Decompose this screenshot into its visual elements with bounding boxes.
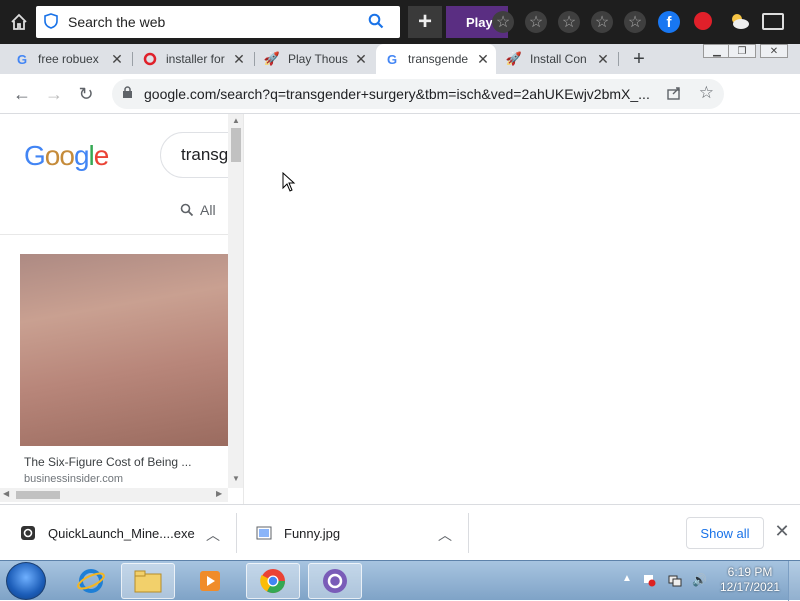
top-toolbar: Search the web + Play ☆ ☆ ☆ ☆ ☆ f <box>0 0 800 44</box>
network-icon[interactable] <box>668 573 682 587</box>
media-player-icon[interactable] <box>183 563 237 599</box>
download-bar: QuickLaunch_Mine....exe ︿ Funny.jpg ︿ Sh… <box>0 504 800 560</box>
chevron-up-icon[interactable]: ︿ <box>206 525 220 545</box>
chevron-up-icon[interactable]: ︿ <box>438 525 452 545</box>
ladybug-icon[interactable] <box>694 12 712 30</box>
scroll-down-icon[interactable]: ▼ <box>232 474 240 483</box>
forward-icon[interactable]: → <box>42 82 66 106</box>
facebook-icon[interactable]: f <box>658 11 680 33</box>
image-file-icon <box>256 525 272 541</box>
tab-label: Install Con <box>530 52 587 66</box>
show-desktop-button[interactable] <box>788 561 800 601</box>
scrollbar-thumb[interactable] <box>16 491 60 499</box>
google-icon: G <box>386 51 398 67</box>
close-window-button[interactable]: ✕ <box>760 44 788 58</box>
rocket-icon: 🚀 <box>505 51 523 66</box>
tab-all-label: All <box>200 202 216 218</box>
tab-label: Play Thous <box>288 52 348 66</box>
ie-icon[interactable] <box>64 563 118 599</box>
scrollbar-thumb[interactable] <box>231 128 241 162</box>
star-icon[interactable]: ☆ <box>525 11 547 33</box>
vertical-scrollbar[interactable]: ▲ ▼ <box>228 114 243 488</box>
star-icon[interactable]: ☆ <box>624 11 646 33</box>
file-explorer-icon[interactable] <box>121 563 175 599</box>
tab-divider <box>132 52 133 66</box>
tab-free-robux[interactable]: G free robuex ✕ <box>6 44 130 74</box>
google-icon: G <box>16 51 28 67</box>
address-bar-row: ← → ↻ google.com/search?q=transgender+su… <box>0 74 800 186</box>
clock-time: 6:19 PM <box>727 565 773 579</box>
close-icon[interactable]: ✕ <box>230 51 248 68</box>
close-icon[interactable]: ✕ <box>594 51 612 68</box>
result-title[interactable]: The Six-Figure Cost of Being ... <box>24 455 224 469</box>
tab-label: installer for <box>166 52 225 66</box>
app-icon <box>20 525 36 541</box>
tab-label: free robuex <box>38 52 99 66</box>
shield-icon <box>44 12 64 32</box>
tab-transgender-search[interactable]: G transgende ✕ <box>376 44 496 74</box>
horizontal-scrollbar[interactable]: ◀ ▶ <box>0 488 228 502</box>
chrome-icon[interactable] <box>246 563 300 599</box>
back-icon[interactable]: ← <box>10 82 34 106</box>
tab-play-thousands[interactable]: 🚀 Play Thous ✕ <box>256 44 374 74</box>
divider <box>0 234 243 235</box>
search-results-pane: Google transgender surgery All The Six-F… <box>0 114 244 504</box>
opera-icon <box>142 51 158 67</box>
reload-icon[interactable]: ↻ <box>74 82 98 106</box>
tab-divider <box>254 52 255 66</box>
add-button[interactable]: + <box>408 6 442 38</box>
download-filename: Funny.jpg <box>284 525 341 541</box>
star-icon[interactable]: ☆ <box>591 11 613 33</box>
result-source[interactable]: businessinsider.com <box>24 473 123 485</box>
close-icon[interactable]: ✕ <box>352 51 370 68</box>
restore-button[interactable]: ❐ <box>728 44 756 58</box>
close-icon[interactable]: ✕ <box>772 521 792 545</box>
new-tab-button[interactable]: + <box>626 44 652 74</box>
flag-icon[interactable] <box>642 573 656 587</box>
tab-install[interactable]: 🚀 Install Con ✕ <box>498 44 616 74</box>
web-search-box[interactable]: Search the web <box>36 6 400 38</box>
url-text[interactable]: google.com/search?q=transgender+surgery&… <box>144 86 652 102</box>
clock-date: 12/17/2021 <box>719 580 781 594</box>
google-logo[interactable]: Google <box>24 140 109 172</box>
clock[interactable]: 6:19 PM 12/17/2021 <box>716 565 784 595</box>
star-icon[interactable]: ☆ <box>558 11 580 33</box>
tab-installer[interactable]: installer for ✕ <box>134 44 252 74</box>
search-icon[interactable] <box>368 13 392 32</box>
weather-icon[interactable] <box>728 12 750 30</box>
web-search-input[interactable]: Search the web <box>68 14 368 30</box>
show-all-button[interactable]: Show all <box>686 517 764 549</box>
tab-all[interactable]: All <box>180 202 216 218</box>
tab-strip: G free robuex ✕ installer for ✕ 🚀 Play T… <box>0 44 800 74</box>
taskbar: ▲ 🔊 6:19 PM 12/17/2021 <box>0 560 800 601</box>
home-icon[interactable] <box>4 6 34 38</box>
volume-icon[interactable]: 🔊 <box>692 573 707 587</box>
divider <box>468 513 469 553</box>
rocket-icon: 🚀 <box>263 51 281 66</box>
search-icon <box>180 203 194 217</box>
close-icon[interactable]: ✕ <box>108 51 126 68</box>
close-icon[interactable]: ✕ <box>474 51 492 68</box>
result-image[interactable] <box>20 254 228 446</box>
folder-icon[interactable] <box>762 13 784 30</box>
star-icon[interactable]: ☆ <box>492 11 514 33</box>
lock-icon <box>122 86 136 102</box>
start-button[interactable] <box>6 562 46 600</box>
chevron-up-icon[interactable]: ▲ <box>622 573 636 587</box>
scroll-left-icon[interactable]: ◀ <box>3 489 9 498</box>
bookmark-star-icon[interactable]: ☆ <box>699 83 714 103</box>
minimize-button[interactable]: ▁ <box>703 44 731 58</box>
tab-divider <box>618 52 619 66</box>
download-item[interactable]: QuickLaunch_Mine....exe ︿ <box>0 505 236 561</box>
scroll-right-icon[interactable]: ▶ <box>216 489 222 498</box>
page-content: Google transgender surgery All The Six-F… <box>0 114 800 504</box>
url-field[interactable]: google.com/search?q=transgender+surgery&… <box>112 79 724 109</box>
quicklaunch-app-icon[interactable] <box>308 563 362 599</box>
download-item[interactable]: Funny.jpg ︿ <box>236 505 468 561</box>
cursor-icon <box>282 171 296 195</box>
share-icon[interactable] <box>666 85 682 104</box>
tab-label: transgende <box>408 52 469 66</box>
scroll-up-icon[interactable]: ▲ <box>232 116 240 125</box>
download-filename: QuickLaunch_Mine....exe <box>48 525 195 541</box>
